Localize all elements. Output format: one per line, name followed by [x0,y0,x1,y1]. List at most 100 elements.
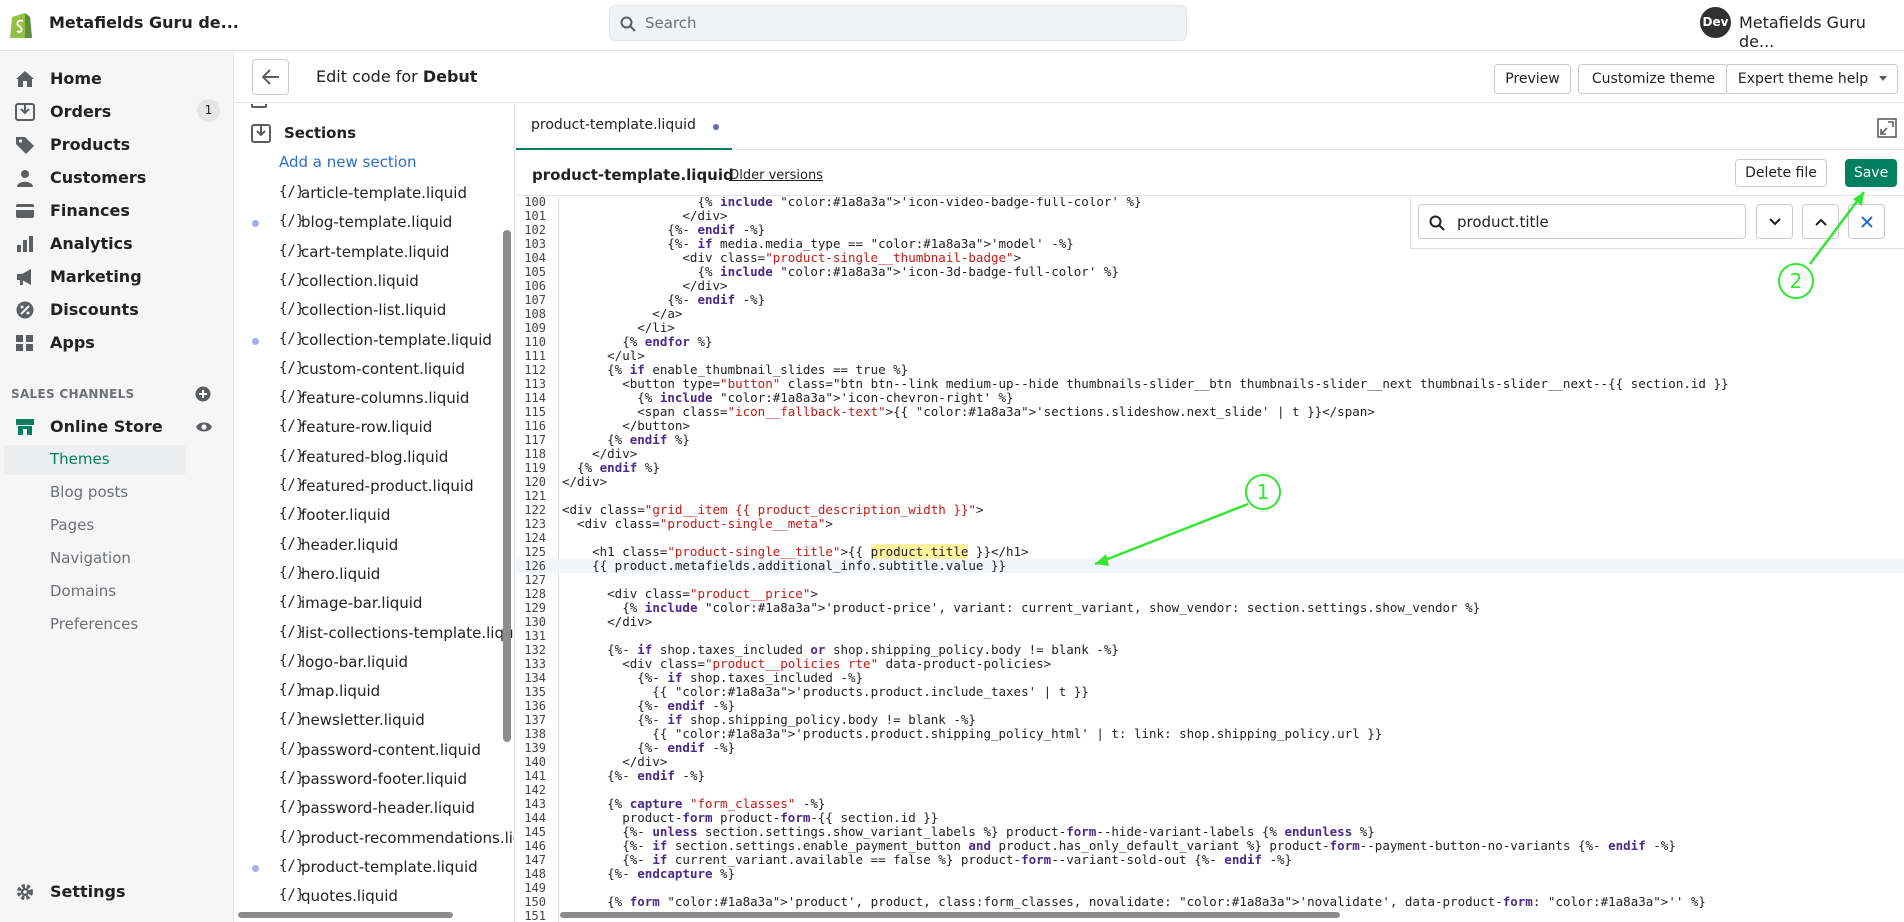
sidebar-item-label: Home [50,69,102,88]
unsaved-dot-icon [713,124,719,130]
sidebar-item-online-store[interactable]: Online Store [0,412,234,442]
line-number: 139 [524,741,546,755]
store-name[interactable]: Metafields Guru de... [49,13,239,32]
file-name: password-content.liquid [301,740,481,759]
expand-icon[interactable] [1877,118,1897,138]
code-line: 120 </div> [516,475,1904,490]
code-text: {% if enable_thumbnail_slides == true %} [562,362,909,377]
shopify-logo-icon[interactable] [8,10,34,40]
expert-help-button[interactable]: Expert theme help [1726,64,1898,94]
sidebar-sub-item-blog-posts[interactable]: Blog posts [4,478,186,508]
add-section-link[interactable]: Add a new section [279,153,417,171]
delete-file-button[interactable]: Delete file [1735,159,1827,187]
find-next-button[interactable] [1756,204,1793,239]
sections-label: Sections [284,124,357,142]
code-line: 135 {{ "color:#1a8a3a">'products.product… [516,685,1904,700]
code-horizontal-scrollbar[interactable] [560,912,1340,918]
line-number: 134 [524,671,546,685]
sidebar-item-customers[interactable]: Customers [0,163,234,193]
code-text: product-form product-form-{{ section.id … [562,810,939,825]
sidebar-item-orders[interactable]: Orders 1 [0,97,234,127]
sidebar-item-label: Discounts [50,300,139,319]
code-line: 108 </a> [516,306,1904,322]
code-line: 130 </div> [516,615,1904,630]
sidebar-sub-item-domains[interactable]: Domains [4,577,186,607]
find-bar: product.title [1410,197,1904,249]
sections-folder-heading[interactable]: Sections [251,123,356,147]
code-line: 131 [516,629,1904,643]
file-title: product-template.liquid [532,166,734,184]
customize-theme-button[interactable]: Customize theme [1578,64,1729,94]
bar-chart-icon [17,236,33,252]
sidebar-item-finances[interactable]: Finances [0,196,234,226]
code-line: 150 {% form "color:#1a8a3a">'product', p… [516,895,1904,910]
file-name: collection-list.liquid [301,301,447,320]
avatar[interactable]: Dev [1700,7,1731,38]
finances-icon [16,204,34,218]
code-text: {{ "color:#1a8a3a">'products.product.shi… [562,726,1383,741]
code-line: 134 {%- if shop.taxes_included -%} [516,671,1904,686]
sidebar-item-home[interactable]: Home [0,64,234,94]
file-name: list-collections-template.liquid [301,623,515,642]
sidebar-sub-item-pages[interactable]: Pages [4,511,186,541]
line-number: 136 [524,699,546,713]
line-number: 121 [524,489,546,503]
arrow-left-icon [262,69,279,85]
account-name[interactable]: Metafields Guru de... [1739,13,1904,51]
sidebar-item-label: Online Store [50,417,163,436]
code-line: 125 <h1 class="product-single__title">{{… [516,544,1904,559]
code-line: 104 <div class="product-single__thumbnai… [516,250,1904,266]
search-icon [620,16,636,32]
tab-product-template[interactable]: product-template.liquid [516,104,732,150]
sidebar-item-settings[interactable]: Settings [0,877,234,907]
close-find-button[interactable] [1848,204,1885,239]
line-number: 137 [524,713,546,727]
code-text: {%- if current_variant.available == fals… [562,852,1293,867]
sidebar-item-analytics[interactable]: Analytics [0,229,234,259]
search-bar[interactable]: Search [609,5,1187,41]
sidebar-sub-item-preferences[interactable]: Preferences [4,610,186,640]
sidebar-item-apps[interactable]: Apps [0,328,234,358]
search-placeholder: Search [645,14,697,32]
sidebar-sub-item-navigation[interactable]: Navigation [4,544,186,574]
line-number: 102 [524,223,546,237]
code-line: 128 <div class="product__price"> [516,586,1904,602]
file-tree-scrollbar[interactable] [503,230,511,742]
line-number: 119 [524,461,546,475]
line-number: 151 [524,909,546,922]
file-name: collection-template.liquid [301,330,492,349]
code-line: 138 {{ "color:#1a8a3a">'products.product… [516,726,1904,742]
save-button[interactable]: Save [1845,159,1897,187]
code-text: <div class="product__price"> [562,586,818,601]
code-text: </li> [562,320,675,335]
eye-icon[interactable] [195,420,213,434]
search-icon [1429,215,1445,231]
back-button[interactable] [252,59,289,95]
line-number: 114 [524,391,546,405]
line-number: 125 [524,545,546,559]
code-editor[interactable]: 100 {% include "color:#1a8a3a">'icon-vid… [516,197,1904,922]
code-line: 112 {% if enable_thumbnail_slides == tru… [516,362,1904,378]
add-channel-icon[interactable] [195,386,211,402]
sidebar-item-discounts[interactable]: Discounts [0,295,234,325]
file-name: collection.liquid [301,271,419,290]
file-tree-horizontal-scrollbar[interactable] [238,912,453,918]
code-text: <div class="product-single__thumbnail-ba… [562,250,1022,265]
preview-button[interactable]: Preview [1494,64,1571,94]
code-text: {%- endif -%} [562,698,736,713]
sidebar-sub-item-themes[interactable]: Themes [4,445,186,475]
older-versions-link[interactable]: Older versions [729,168,823,183]
modified-dot-icon [252,337,259,345]
sidebar-item-marketing[interactable]: Marketing [0,262,234,292]
sidebar-sub-item-label: Domains [50,582,117,600]
code-text: </div> [562,278,728,293]
file-name: blog-template.liquid [301,213,453,232]
code-line: 127 [516,573,1904,587]
code-text: {%- if shop.shipping_policy.body != blan… [562,712,976,727]
find-previous-button[interactable] [1802,204,1839,239]
code-text: </a> [562,306,683,321]
sidebar-item-products[interactable]: Products [0,130,234,160]
find-input[interactable]: product.title [1418,204,1746,239]
line-number: 123 [524,517,546,531]
line-number: 113 [524,377,546,391]
